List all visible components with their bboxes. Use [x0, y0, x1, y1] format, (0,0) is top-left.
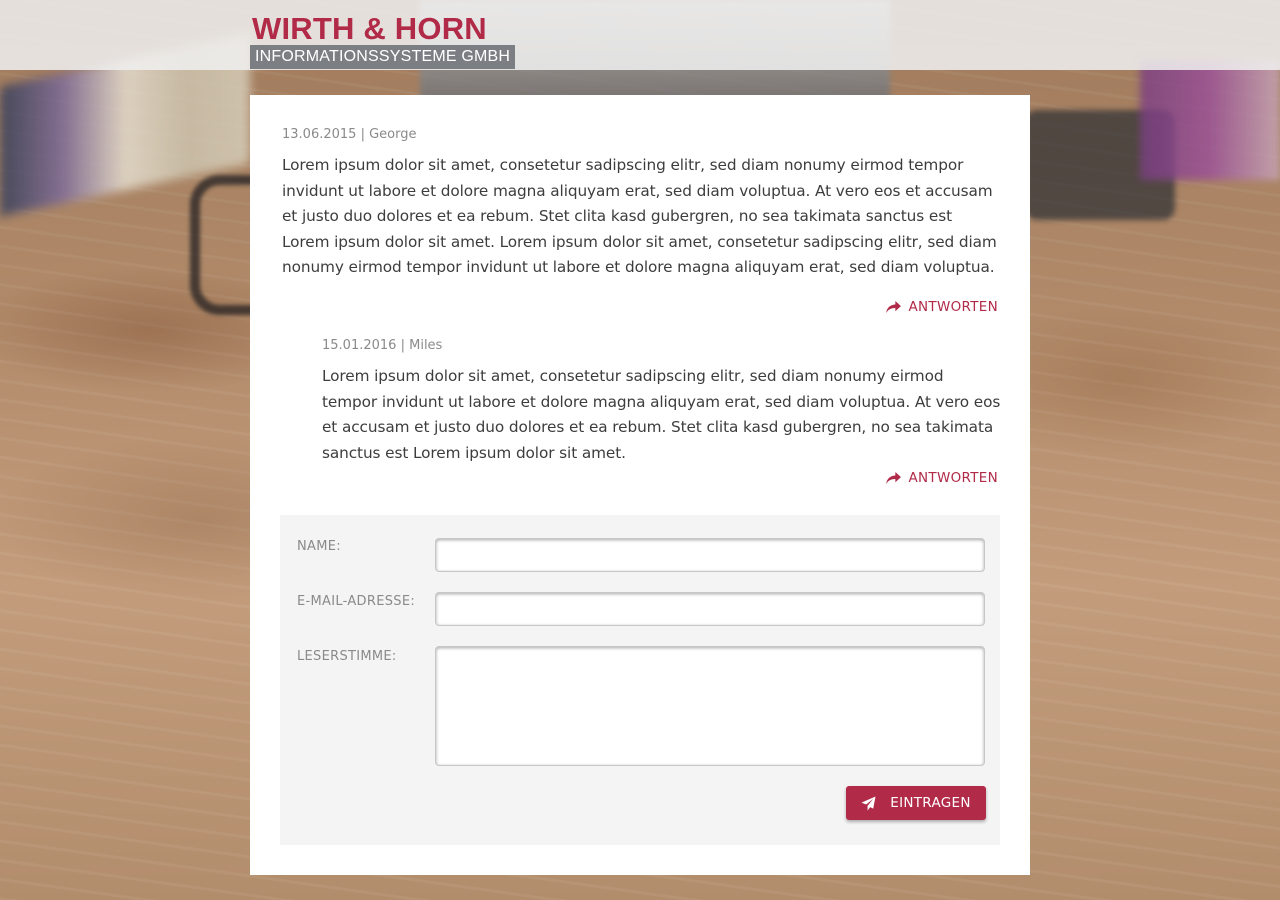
paper-plane-icon [861, 795, 876, 811]
email-label: E-MAIL-ADRESSE: [297, 594, 416, 609]
reply-link[interactable]: ANTWORTEN [886, 299, 998, 315]
comment-reply: 15.01.2016 | Miles Lorem ipsum dolor sit… [322, 336, 1002, 466]
share-icon [886, 300, 902, 313]
share-icon [886, 471, 902, 484]
name-input[interactable] [435, 538, 985, 572]
reply-link[interactable]: ANTWORTEN [886, 470, 998, 486]
email-input[interactable] [435, 592, 985, 626]
reply-label: ANTWORTEN [908, 470, 998, 486]
company-logo[interactable]: WIRTH & HORN INFORMATIONSSYSTEME GMBH [250, 11, 516, 69]
meta-separator: | [360, 127, 365, 142]
submit-label: EINTRAGEN [890, 795, 971, 811]
comment-meta: 13.06.2015 | George [282, 125, 1002, 145]
meta-separator: | [400, 338, 405, 353]
comments-card: 13.06.2015 | George Lorem ipsum dolor si… [250, 95, 1030, 875]
comment-author: George [369, 127, 417, 142]
site-header: WIRTH & HORN INFORMATIONSSYSTEME GMBH [0, 0, 1280, 70]
comment-text: Lorem ipsum dolor sit amet, consetetur s… [322, 367, 1001, 462]
comment: 13.06.2015 | George Lorem ipsum dolor si… [282, 125, 1002, 281]
background-books-right [1140, 60, 1280, 180]
logo-secondary-text: INFORMATIONSSYSTEME GMBH [250, 45, 516, 69]
comment-meta: 15.01.2016 | Miles [322, 336, 1002, 356]
comment-text: Lorem ipsum dolor sit amet, consetetur s… [282, 156, 997, 277]
comment-form: NAME: E-MAIL-ADRESSE: LESERSTIMME: EINTR… [280, 515, 1000, 845]
message-textarea[interactable] [435, 646, 985, 766]
comment-date: 13.06.2015 [282, 127, 357, 142]
comment-date: 15.01.2016 [322, 338, 397, 353]
logo-primary-text: WIRTH & HORN [252, 11, 487, 46]
message-label: LESERSTIMME: [297, 649, 397, 664]
reply-label: ANTWORTEN [908, 299, 998, 315]
submit-button[interactable]: EINTRAGEN [846, 786, 986, 820]
name-label: NAME: [297, 539, 341, 554]
comment-author: Miles [409, 338, 443, 353]
